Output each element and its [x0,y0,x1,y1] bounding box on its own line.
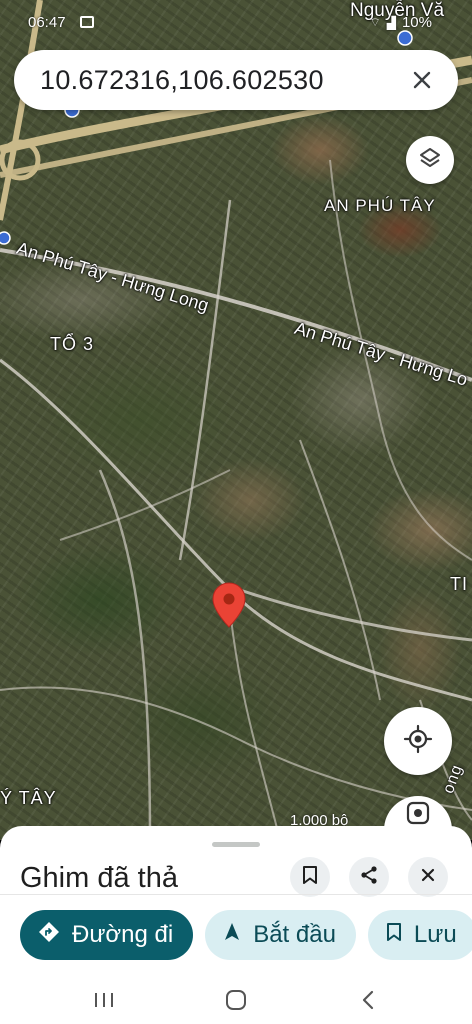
share-icon [359,865,379,890]
bookmark-icon [386,921,402,949]
home-icon[interactable] [220,984,252,1016]
save-button[interactable]: Lưu [367,910,472,960]
place-bottom-sheet[interactable]: Ghim đã thả Đường đi Bắt đầu Lưu [0,826,472,976]
close-icon[interactable] [406,64,438,96]
directions-button[interactable]: Đường đi [20,910,194,960]
close-icon [421,868,435,887]
map-pin-icon[interactable] [212,582,246,633]
map-label-edge-bottom-left: Ý TÂY [0,788,57,808]
navigation-icon [223,921,241,949]
battery-text: 10% [401,14,432,31]
signal-icon: ▟ [386,15,396,30]
directions-label: Đường đi [72,921,174,948]
layers-button[interactable] [406,136,454,184]
directions-icon [38,921,60,950]
status-time: 06:47 [28,14,66,31]
sheet-title: Ghim đã thả [20,862,178,894]
wifi-icon: ⌔ [369,15,381,29]
status-indicators: ⌔ ▟ 10% [369,14,432,31]
search-input[interactable]: 10.672316,106.602530 [40,65,406,96]
bookmark-icon [302,865,318,890]
my-location-button[interactable] [384,707,452,775]
start-button[interactable]: Bắt đầu [205,910,356,960]
back-icon[interactable] [352,984,384,1016]
save-label: Lưu [413,921,457,948]
layers-icon [418,146,442,175]
close-sheet-button[interactable] [408,857,448,897]
search-bar[interactable]: 10.672316,106.602530 [14,50,458,110]
status-bar: 06:47 ⌔ ▟ 10% [0,0,472,44]
system-nav-bar [0,976,472,1024]
sheet-divider [0,894,472,895]
action-chips: Đường đi Bắt đầu Lưu [20,910,472,960]
image-icon [80,16,94,28]
map-label-neighborhood: TỔ 3 [50,334,95,354]
save-place-button[interactable] [290,857,330,897]
share-button[interactable] [349,857,389,897]
my-location-icon [403,724,433,759]
map-label-district: AN PHÚ TÂY [324,196,436,215]
sheet-drag-handle[interactable] [212,842,260,847]
recent-apps-icon[interactable] [88,984,120,1016]
map-label-edge-right: TI [450,574,468,594]
start-label: Bắt đầu [253,921,336,948]
